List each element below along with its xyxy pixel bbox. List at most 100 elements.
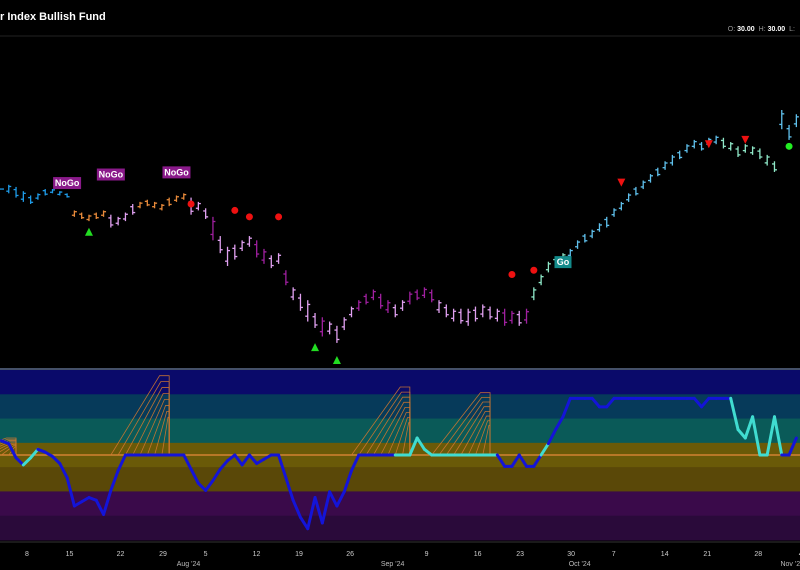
- go-label: Go: [554, 256, 572, 269]
- x-tick-label: 7: [612, 551, 616, 558]
- price-bar: [779, 110, 785, 130]
- price-bar: [764, 154, 770, 166]
- price-bar: [6, 184, 12, 194]
- price-bar: [443, 304, 449, 318]
- nogo-label: NoGo: [162, 166, 191, 179]
- price-bar: [465, 308, 471, 326]
- price-bar: [57, 191, 63, 196]
- x-tick-label: 16: [474, 551, 482, 558]
- price-bar: [283, 270, 289, 286]
- price-bar: [494, 308, 500, 322]
- price-bar: [662, 161, 668, 170]
- price-bar: [640, 180, 646, 190]
- price-bar: [575, 240, 581, 249]
- price-bar: [421, 287, 427, 299]
- x-month-label: Nov '24: [780, 561, 800, 568]
- price-bar: [50, 189, 56, 194]
- x-tick-label: 29: [159, 551, 167, 558]
- price-bar: [327, 321, 333, 335]
- price-bar: [502, 308, 508, 326]
- price-bar: [414, 289, 420, 301]
- price-bar: [276, 253, 282, 264]
- price-bar: [378, 293, 384, 309]
- price-bar: [35, 193, 41, 200]
- price-bar: [589, 229, 595, 239]
- price-bars: [0, 110, 799, 343]
- price-bar: [655, 167, 661, 177]
- x-tick-label: 22: [117, 551, 125, 558]
- price-bar: [677, 150, 683, 160]
- price-bar: [28, 195, 34, 205]
- price-bar: [742, 144, 748, 153]
- dot-marker: [508, 271, 516, 279]
- price-bar: [524, 308, 530, 324]
- price-bar: [669, 154, 675, 166]
- dot-marker: [245, 213, 253, 221]
- oscillator-band: [0, 491, 800, 517]
- oscillator-band: [0, 515, 800, 541]
- go-chart[interactable]: NoGo NoGo NoGo Go 8 15 22 29 5 12 19 26 9 16 23 30 7 14 2…: [0, 0, 800, 570]
- dot-marker: [275, 213, 283, 221]
- price-bar: [181, 193, 187, 200]
- price-bar: [254, 240, 260, 258]
- price-bar: [305, 300, 311, 322]
- price-bar: [217, 236, 223, 254]
- price-bar: [611, 208, 617, 217]
- price-bar: [596, 223, 602, 232]
- x-month-label: Sep '24: [381, 561, 405, 568]
- price-bar: [720, 137, 726, 149]
- price-bar: [582, 233, 588, 243]
- price-bar: [115, 216, 121, 226]
- price-bar: [20, 191, 26, 202]
- price-bar: [618, 201, 624, 211]
- price-bar: [225, 246, 231, 266]
- price-bar: [604, 216, 610, 228]
- price-bar: [144, 199, 150, 207]
- price-bar: [436, 300, 442, 313]
- price-bar: [195, 201, 201, 211]
- x-tick-label: 14: [661, 551, 669, 558]
- price-bar: [341, 317, 347, 331]
- price-bar: [137, 201, 143, 209]
- x-tick-label: 8: [25, 551, 29, 558]
- x-tick-label: 9: [425, 551, 429, 558]
- price-bar: [13, 186, 19, 198]
- price-bar: [101, 210, 107, 217]
- dot-marker: [785, 142, 793, 150]
- price-bar: [392, 304, 398, 318]
- price-bar: [691, 139, 697, 149]
- x-tick-label: 19: [295, 551, 303, 558]
- x-tick-label: 15: [66, 551, 74, 558]
- price-bar: [487, 306, 493, 320]
- price-bar: [633, 186, 639, 196]
- price-bar: [713, 135, 719, 145]
- price-bar: [312, 312, 318, 328]
- x-month-label: Aug '24: [177, 561, 201, 568]
- price-bar: [480, 304, 486, 318]
- price-bar: [203, 208, 209, 219]
- dot-marker: [231, 206, 239, 214]
- down-triangle-marker: [741, 135, 750, 144]
- price-bar: [538, 274, 544, 286]
- svg-text:Go: Go: [557, 257, 570, 267]
- up-triangle-marker: [311, 343, 320, 352]
- price-bar: [370, 289, 376, 301]
- x-tick-label: 12: [253, 551, 261, 558]
- price-bar: [545, 261, 551, 273]
- price-bar: [334, 325, 340, 343]
- price-bar: [79, 212, 85, 219]
- price-bar: [268, 255, 274, 269]
- price-bar: [86, 214, 92, 222]
- price-bar: [451, 308, 457, 322]
- price-bar: [472, 306, 478, 322]
- down-triangle-marker: [617, 178, 626, 187]
- x-month-label: Oct '24: [569, 561, 591, 568]
- price-bar: [699, 142, 705, 151]
- price-bar: [64, 193, 70, 198]
- price-bar: [290, 287, 296, 301]
- price-bar: [297, 293, 303, 311]
- nogo-label: NoGo: [53, 177, 82, 190]
- down-triangle-marker: [704, 140, 713, 149]
- price-annotations: NoGo NoGo NoGo Go: [53, 135, 793, 364]
- oscillator-band: [0, 370, 800, 395]
